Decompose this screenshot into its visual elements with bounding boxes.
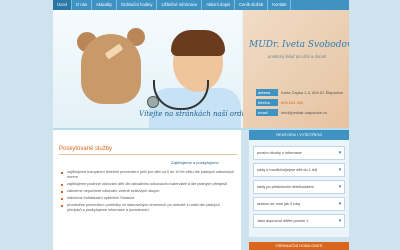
chevron-down-icon[interactable]: ▾	[336, 148, 344, 158]
contact-email[interactable]: info@pediatr-slapanice.cz	[281, 110, 327, 115]
nav-item-aktuality[interactable]: Aktuality	[92, 0, 117, 10]
nav-item-aktivni-dopis[interactable]: Aktivní dopis	[202, 0, 236, 10]
main-nav: Úvod O nás Aktuality Ordinační hodiny Už…	[53, 0, 349, 10]
nav-item-o-nas[interactable]: O nás	[72, 0, 92, 10]
chevron-down-icon[interactable]: ▾	[336, 216, 344, 226]
teddy-bear-body	[81, 34, 141, 104]
sidebar-item-label: oddy po předchozím telefonickém	[257, 185, 314, 189]
list-item: zajišťujeme komplexní léčebně preventivn…	[61, 170, 235, 180]
brand-subtitle: praktický lékař pro děti a dorost	[267, 54, 327, 59]
banner-photo: Vítejte na stránkách naší ordinace	[53, 10, 261, 128]
sidebar-item[interactable]: prosím dlouhý o informace ▾	[253, 146, 345, 160]
sidebar-heading: RENTGEN / VYŠETŘENÍ	[249, 130, 349, 140]
sidebar-item-label: prosím dlouhý o informace	[257, 151, 302, 155]
stethoscope-bell	[147, 96, 159, 108]
contact-address: Karla Čapka 1-3, 664 51 Šlapanice	[281, 90, 344, 95]
sidebar-item[interactable]: oddy po předchozím telefonickém ▾	[253, 180, 345, 194]
divider	[59, 154, 237, 155]
nav-item-cenik[interactable]: Ceník služeb	[235, 0, 269, 10]
sidebar-heading-hours: ORDINAČNÍ DOBA DNES	[249, 242, 349, 250]
chevron-down-icon[interactable]: ▾	[336, 165, 344, 175]
contact-box: adresa Karla Čapka 1-3, 664 51 Šlapanice…	[256, 88, 344, 118]
child-hair	[171, 30, 225, 56]
contact-row-email: email info@pediatr-slapanice.cz	[256, 108, 344, 117]
chevron-down-icon[interactable]: ▾	[336, 199, 344, 209]
contact-label: adresa	[256, 89, 278, 96]
page: Úvod O nás Aktuality Ordinační hodiny Už…	[53, 0, 349, 250]
list-item: provádíme preventivní prohlídky ve stano…	[61, 203, 235, 213]
sidebar: RENTGEN / VYŠETŘENÍ prosím dlouhý o info…	[249, 130, 349, 250]
list-item: nabízíme individuální vyšetření Studená	[61, 196, 235, 201]
contact-label: email	[256, 109, 278, 116]
contact-phone[interactable]: 606 644 400	[281, 100, 303, 105]
main-content: Poskytované služby Zajišťujeme a poskytu…	[53, 130, 241, 250]
sidebar-item[interactable]: Jako doprovod dítěte prosím 1 ▾	[253, 214, 345, 228]
contact-row-address: adresa Karla Čapka 1-3, 664 51 Šlapanice	[256, 88, 344, 97]
brand-name: MUDr. Iveta Svobodová	[249, 40, 349, 50]
contact-label: telefon	[256, 99, 278, 106]
services-list: zajišťujeme komplexní léčebně preventivn…	[61, 170, 235, 215]
sidebar-item-label: Jako doprovod dítěte prosím 1	[257, 219, 309, 223]
nav-item-ordinacni-hodiny[interactable]: Ordinační hodiny	[117, 0, 158, 10]
nav-item-kontakt[interactable]: Kontakt	[268, 0, 292, 10]
header-banner: Vítejte na stránkách naší ordinace MUDr.…	[53, 10, 349, 130]
nav-item-uvod[interactable]: Úvod	[53, 0, 72, 10]
section-title: Poskytované služby	[59, 146, 113, 152]
sidebar-box: prosím dlouhý o informace ▾ oddy s rozdí…	[249, 140, 349, 237]
sidebar-item-label: oddy s rozdíloho(lejme děti do 1 let)	[257, 168, 318, 172]
sidebar-item[interactable]: sestrou se mne jak 3 roky ▾	[253, 197, 345, 211]
list-item: zajišťujeme povinné očkování dětí dle ak…	[61, 182, 235, 187]
sidebar-item-label: sestrou se mne jak 3 roky	[257, 202, 301, 206]
list-item: nabízíme nepovinné očkování včetně rizik…	[61, 189, 235, 194]
quick-link[interactable]: Zajišťujeme a poskytujeme	[171, 160, 219, 165]
nav-item-uzitecne-informace[interactable]: Užitečné informace	[157, 0, 203, 10]
chevron-down-icon[interactable]: ▾	[336, 182, 344, 192]
contact-row-phone: telefon 606 644 400	[256, 98, 344, 107]
sidebar-item[interactable]: oddy s rozdíloho(lejme děti do 1 let) ▾	[253, 163, 345, 177]
